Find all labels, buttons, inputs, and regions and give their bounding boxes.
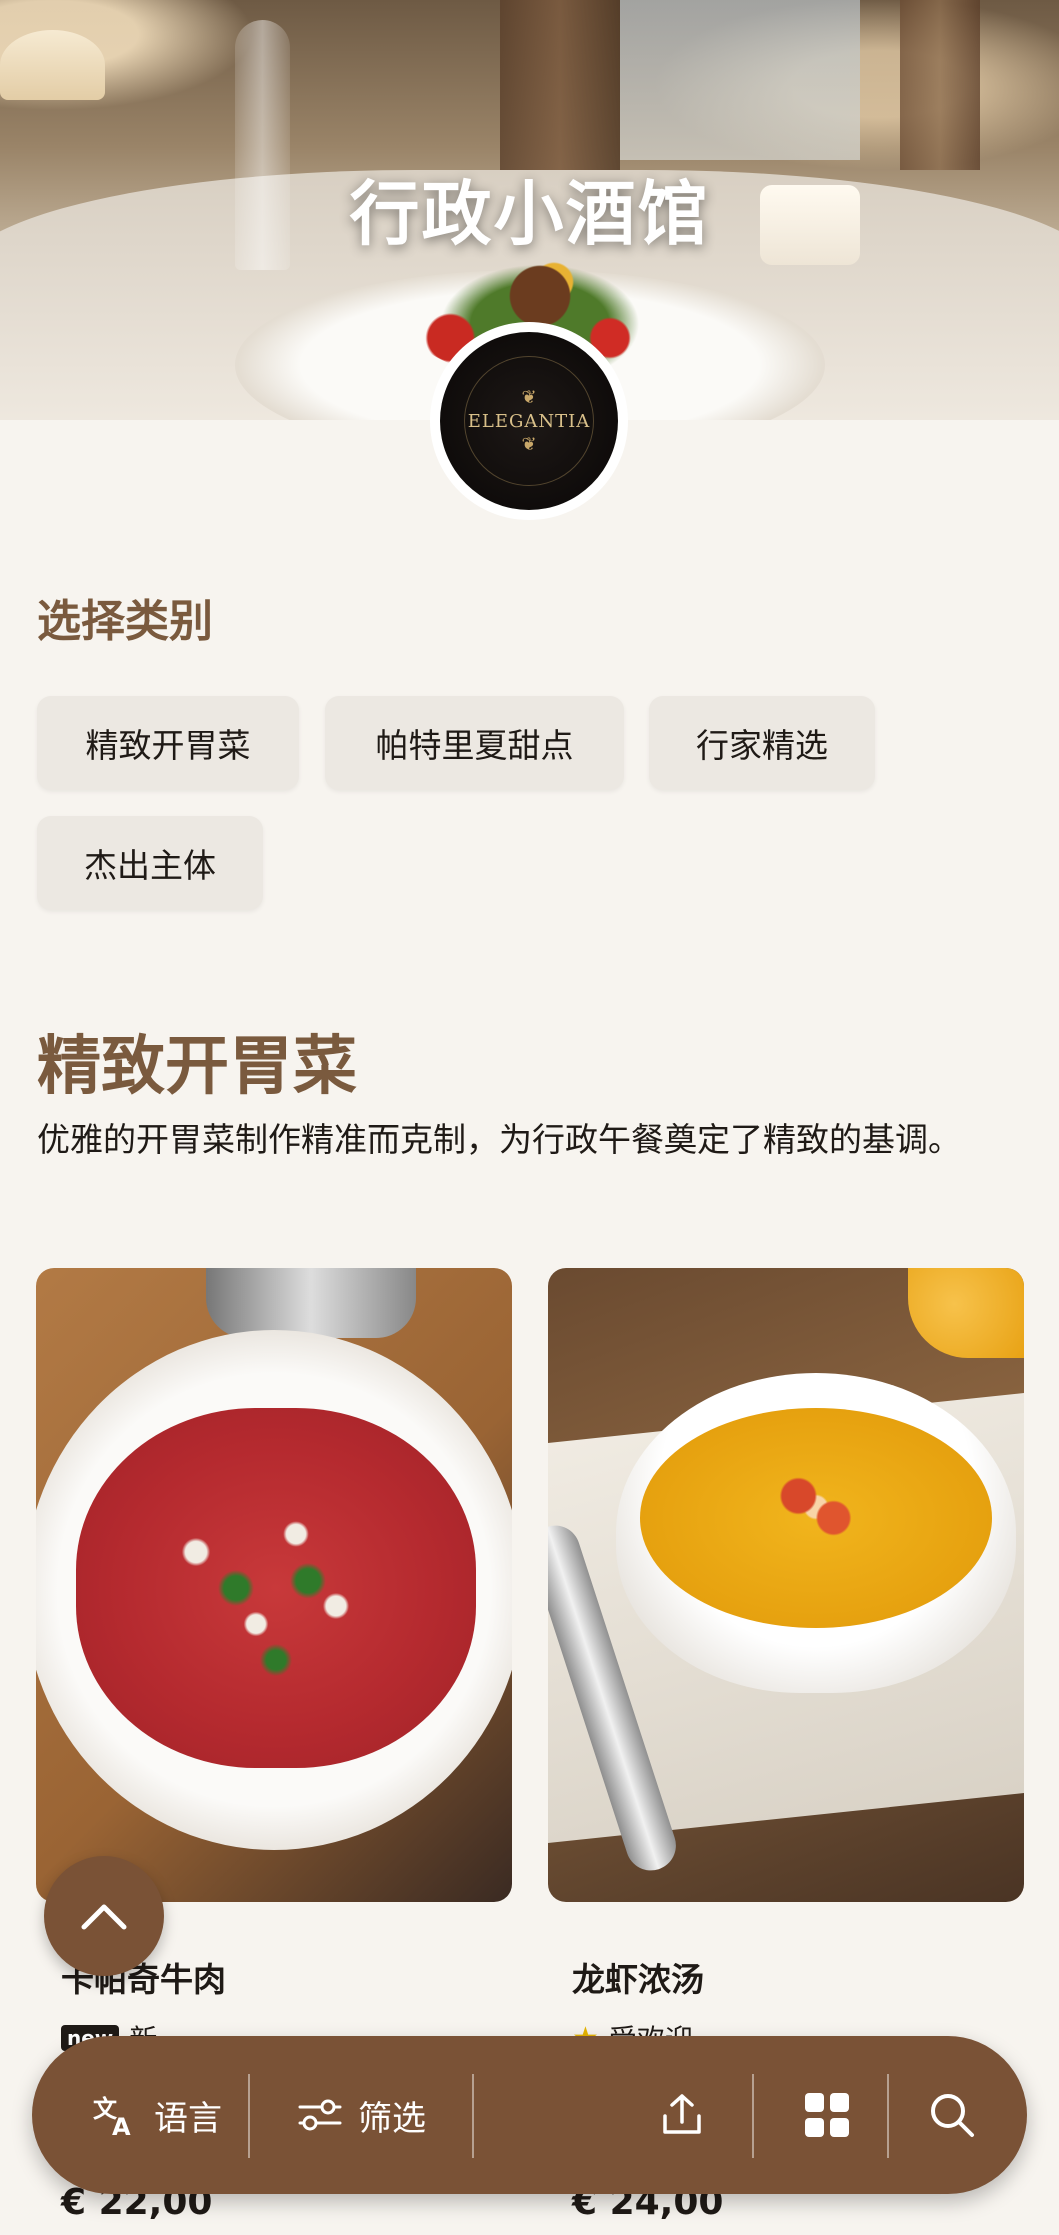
language-button[interactable]: 文 A 语言 [72, 2036, 242, 2194]
category-chip-selection[interactable]: 行家精选 [649, 696, 875, 790]
search-icon [931, 2094, 974, 2137]
nav-divider [887, 2074, 889, 2158]
section-description: 优雅的开胃菜制作精准而克制，为行政午餐奠定了精致的基调。 [37, 1120, 961, 1159]
nav-divider [752, 2074, 754, 2158]
bottom-navigation: 文 A 语言 筛选 [32, 2036, 1027, 2194]
carpaccio-meat [76, 1408, 476, 1768]
share-icon [663, 2094, 701, 2134]
lemon-wedge [908, 1268, 1024, 1358]
svg-text:A: A [112, 2113, 131, 2137]
restaurant-logo: ❦ ELEGANTIA ❦ [430, 322, 628, 520]
logo-badge: ❦ ELEGANTIA ❦ [440, 332, 618, 510]
dish-name[interactable]: 龙虾浓汤 [572, 1953, 704, 2001]
category-heading: 选择类别 [37, 596, 213, 647]
restaurant-title: 行政小酒馆 [349, 173, 710, 255]
nav-divider [472, 2074, 474, 2158]
grid-icon [805, 2093, 849, 2137]
category-chip-desserts[interactable]: 帕特里夏甜点 [325, 696, 624, 790]
salt-shaker [206, 1268, 416, 1338]
logo-ring [464, 356, 594, 486]
language-label: 语言 [154, 2098, 222, 2139]
chevron-up-icon [81, 1904, 127, 1930]
hero-window [620, 0, 860, 160]
filter-label: 筛选 [358, 2098, 426, 2139]
lobster-bisque [640, 1408, 992, 1628]
search-button[interactable] [897, 2036, 1007, 2194]
nav-divider [248, 2074, 250, 2158]
hero-curtain-right [900, 0, 980, 170]
category-chip-mains[interactable]: 杰出主体 [37, 816, 263, 910]
filter-button[interactable]: 筛选 [262, 2036, 462, 2194]
share-button[interactable] [632, 2036, 732, 2194]
hero-curtain-left [500, 0, 620, 170]
grid-view-button[interactable] [767, 2036, 887, 2194]
filter-icon [298, 2099, 342, 2131]
section-title: 精致开胃菜 [37, 1030, 357, 1104]
translate-icon: 文 A [93, 2095, 131, 2137]
dish-image-bisque[interactable] [548, 1268, 1024, 1902]
scroll-top-button[interactable] [44, 1856, 164, 1976]
hero-lamp [0, 30, 105, 100]
dish-image-carpaccio[interactable] [36, 1268, 512, 1902]
category-chip-appetizers[interactable]: 精致开胃菜 [37, 696, 299, 790]
